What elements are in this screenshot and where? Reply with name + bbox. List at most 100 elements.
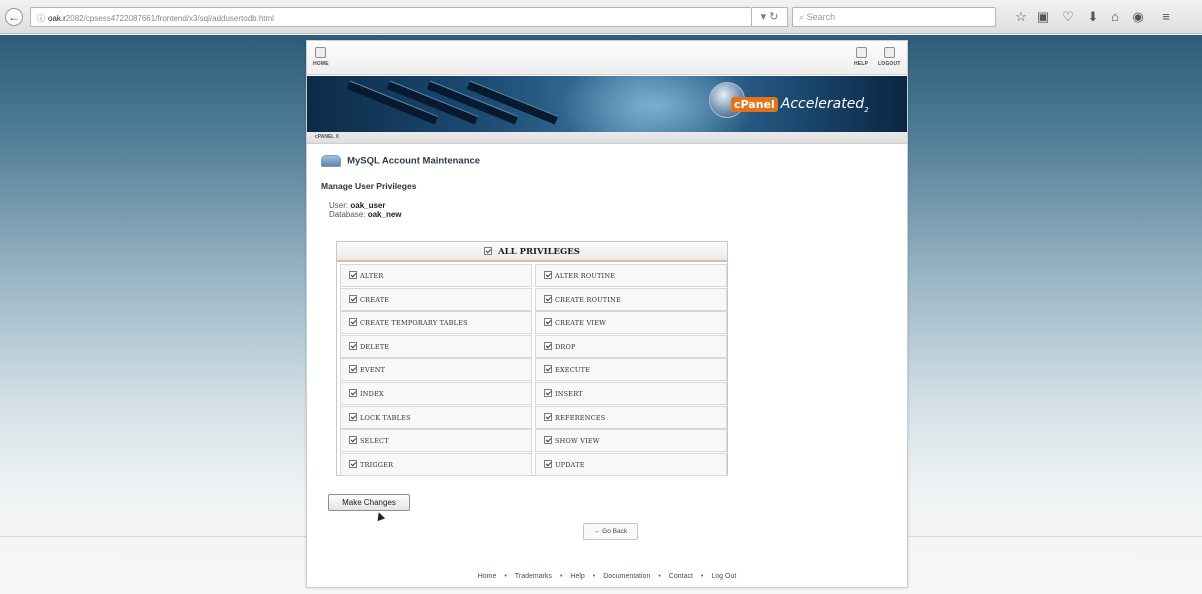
privilege-option[interactable]: CREATE TEMPORARY TABLES [340, 311, 532, 335]
privilege-checkbox[interactable] [544, 294, 552, 303]
all-privileges-checkbox[interactable] [484, 247, 493, 255]
nav-home[interactable]: HOME [313, 47, 329, 67]
privilege-option[interactable]: DROP [535, 334, 727, 358]
privilege-checkbox[interactable] [544, 318, 552, 327]
brand-tagline: Accelerated [780, 96, 865, 112]
privilege-checkbox[interactable] [349, 436, 357, 445]
back-icon[interactable]: ← [5, 8, 23, 26]
database-info: Database: oak_new [329, 210, 402, 219]
footer-trademarks-link[interactable]: Trademarks [515, 573, 552, 580]
privilege-checkbox[interactable] [544, 271, 552, 279]
privilege-label: REFERENCES [555, 413, 606, 422]
privilege-option[interactable]: REFERENCES [535, 405, 727, 429]
breadcrumb-link[interactable]: cPANEL X [315, 134, 339, 140]
privilege-option[interactable]: CREATE [340, 287, 532, 311]
privileges-table: ALL PRIVILEGES ALTER CREATE CREATE TEMPORA… [336, 241, 728, 476]
user-label: User: [329, 201, 349, 210]
go-back-button[interactable]: ← Go Back [583, 523, 638, 540]
privilege-option[interactable]: EVENT [340, 358, 532, 382]
footer-documentation-link[interactable]: Documentation [603, 573, 650, 580]
user-value: oak_user [350, 201, 386, 210]
privilege-checkbox[interactable] [544, 459, 552, 468]
page-title: MySQL Account Maintenance [347, 155, 481, 167]
footer-help-link[interactable]: Help [570, 573, 584, 580]
footer-separator: • [658, 573, 661, 580]
info-icon: ⓘ [37, 14, 45, 23]
privilege-checkbox[interactable] [544, 412, 552, 421]
logout-nav-icon [883, 47, 895, 58]
footer-separator: • [504, 573, 507, 580]
url-path: 2082/cpsess4722087661/frontend/x3/sql/ad… [65, 14, 274, 23]
search-input[interactable]: ⌕ Search [792, 7, 996, 27]
privilege-checkbox[interactable] [349, 459, 357, 468]
search-icon: ⌕ [799, 12, 805, 22]
footer-separator: • [559, 573, 563, 580]
home-icon[interactable]: ⌂ [1107, 9, 1123, 25]
brand-superscript: 2 [864, 105, 869, 114]
privilege-checkbox[interactable] [349, 389, 357, 397]
privilege-checkbox[interactable] [544, 365, 552, 374]
breadcrumb: cPANEL X [307, 132, 907, 144]
privilege-option[interactable]: INSERT [535, 382, 727, 405]
privilege-label: DELETE [360, 342, 390, 351]
privilege-option[interactable]: UPDATE [535, 452, 727, 476]
privilege-option[interactable]: SHOW VIEW [535, 429, 727, 453]
footer-contact-link[interactable]: Contact [669, 573, 693, 580]
clipboard-icon[interactable]: ▣ [1035, 9, 1051, 25]
nav-logout[interactable]: LOGOUT [878, 47, 901, 67]
nav-help-label: HELP [854, 61, 869, 67]
url-bar[interactable]: ⓘ oak.r2082/cpsess4722087661/frontend/x3/… [30, 7, 752, 27]
footer-links: Home • Trademarks • Help • Documentation • Conta… [306, 573, 908, 587]
footer-separator: • [592, 573, 596, 580]
privilege-option[interactable]: DELETE [340, 334, 532, 358]
privilege-option[interactable]: ALTER [340, 264, 532, 287]
nav-logout-label: LOGOUT [878, 61, 901, 67]
privilege-option[interactable]: INDEX [340, 382, 532, 405]
nav-home-label: HOME [313, 61, 329, 67]
menu-icon[interactable]: ≡ [1158, 9, 1174, 25]
privilege-checkbox[interactable] [544, 341, 552, 350]
privilege-checkbox[interactable] [544, 389, 552, 397]
url-host: oak.r [48, 14, 66, 23]
privilege-option[interactable]: CREATE ROUTINE [535, 287, 727, 311]
privilege-label: DROP [555, 342, 576, 351]
privilege-option[interactable]: TRIGGER [340, 452, 532, 476]
star-icon[interactable]: ☆ [1013, 9, 1029, 25]
privilege-option[interactable]: SELECT [340, 429, 532, 453]
cpanel-banner: cPanel Accelerated2 [307, 76, 907, 132]
privilege-label: SHOW VIEW [555, 437, 600, 446]
shield-icon[interactable]: ◉ [1130, 9, 1146, 25]
privilege-option[interactable]: LOCK TABLES [340, 405, 532, 429]
privilege-label: ALTER ROUTINE [555, 272, 616, 280]
privilege-checkbox[interactable] [349, 294, 357, 303]
privilege-checkbox[interactable] [349, 271, 357, 279]
all-privileges-header[interactable]: ALL PRIVILEGES [337, 242, 727, 262]
search-placeholder: Search [806, 12, 836, 22]
download-icon[interactable]: ⬇ [1085, 9, 1101, 25]
browser-toolbar: ← ⓘ oak.r2082/cpsess4722087661/frontend/x… [0, 0, 1202, 34]
footer-separator: • [700, 573, 704, 580]
footer-home-link[interactable]: Home [478, 573, 497, 580]
privilege-checkbox[interactable] [349, 412, 357, 421]
privilege-label: INDEX [360, 390, 384, 398]
make-changes-button[interactable]: Make Changes [328, 494, 410, 511]
privilege-label: EVENT [360, 366, 386, 375]
privilege-label: SELECT [360, 437, 389, 446]
reload-icon[interactable]: ▾ ↻ [752, 7, 788, 27]
privilege-checkbox[interactable] [349, 365, 357, 374]
privilege-option[interactable]: ALTER ROUTINE [535, 264, 727, 287]
mysql-database-icon [321, 155, 341, 168]
privilege-label: INSERT [555, 390, 583, 398]
privilege-checkbox[interactable] [349, 318, 357, 327]
database-value: oak_new [367, 210, 402, 219]
footer-logout-link[interactable]: Log Out [711, 573, 736, 580]
pocket-icon[interactable]: ♡ [1060, 9, 1076, 25]
privilege-label: EXECUTE [555, 366, 591, 375]
privilege-label: TRIGGER [360, 460, 394, 469]
privilege-option[interactable]: EXECUTE [535, 358, 727, 382]
privilege-checkbox[interactable] [544, 436, 552, 445]
nav-help[interactable]: HELP [854, 47, 868, 67]
privilege-option[interactable]: CREATE VIEW [535, 311, 727, 335]
brand-name: cPanel [731, 97, 778, 112]
privilege-checkbox[interactable] [349, 341, 357, 350]
